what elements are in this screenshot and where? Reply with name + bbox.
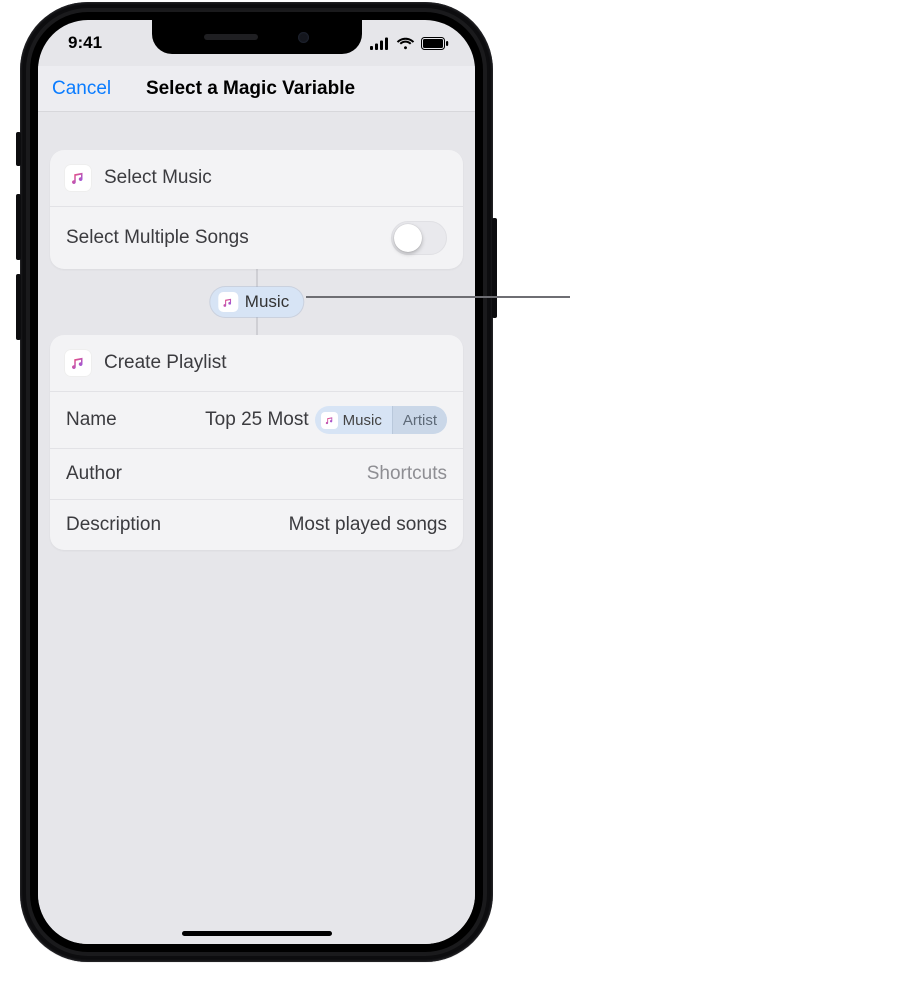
cancel-button[interactable]: Cancel <box>52 78 111 100</box>
action-card-create-playlist[interactable]: Create Playlist Name Top 25 Most Music <box>50 335 463 550</box>
status-time: 9:41 <box>68 33 102 53</box>
select-multiple-toggle[interactable] <box>391 221 447 255</box>
select-multiple-label: Select Multiple Songs <box>66 227 249 249</box>
home-indicator[interactable] <box>182 931 332 936</box>
description-value: Most played songs <box>289 514 447 536</box>
notch <box>152 20 362 54</box>
playlist-description-row[interactable]: Description Most played songs <box>50 499 463 550</box>
playlist-name-row[interactable]: Name Top 25 Most Music Artist <box>50 391 463 448</box>
power-button <box>492 218 497 318</box>
token-sub: Artist <box>392 406 447 434</box>
music-app-icon <box>321 412 338 429</box>
select-multiple-row: Select Multiple Songs <box>50 206 463 269</box>
token-main: Music <box>343 412 382 429</box>
iphone-frame: 9:41 Cancel Select a Magic Variable <box>20 2 493 962</box>
battery-icon <box>421 37 449 50</box>
wifi-icon <box>396 37 415 50</box>
action-header: Select Music <box>50 150 463 206</box>
action-header: Create Playlist <box>50 335 463 391</box>
playlist-author-row[interactable]: Author Shortcuts <box>50 448 463 499</box>
volume-down-button <box>16 274 21 340</box>
silence-switch <box>16 132 21 166</box>
music-app-icon <box>64 164 92 192</box>
action-title: Create Playlist <box>104 352 227 374</box>
description-label: Description <box>66 514 161 536</box>
name-label: Name <box>66 409 117 431</box>
action-title: Select Music <box>104 167 212 189</box>
magic-variable-label: Music <box>245 292 289 312</box>
music-app-icon <box>218 292 238 312</box>
name-text: Top 25 Most <box>205 409 309 431</box>
navigation-bar: Cancel Select a Magic Variable <box>38 66 475 112</box>
callout-line <box>306 296 570 298</box>
screen: 9:41 Cancel Select a Magic Variable <box>38 20 475 944</box>
author-label: Author <box>66 463 122 485</box>
volume-up-button <box>16 194 21 260</box>
content-area: Select Music Select Multiple Songs Music <box>38 112 475 944</box>
author-value: Shortcuts <box>367 463 447 485</box>
variable-token-music-artist[interactable]: Music Artist <box>315 406 447 434</box>
page-title: Select a Magic Variable <box>146 78 355 100</box>
action-card-select-music[interactable]: Select Music Select Multiple Songs <box>50 150 463 269</box>
music-app-icon <box>64 349 92 377</box>
magic-variable-music[interactable]: Music <box>210 287 303 317</box>
cellular-icon <box>370 37 390 50</box>
